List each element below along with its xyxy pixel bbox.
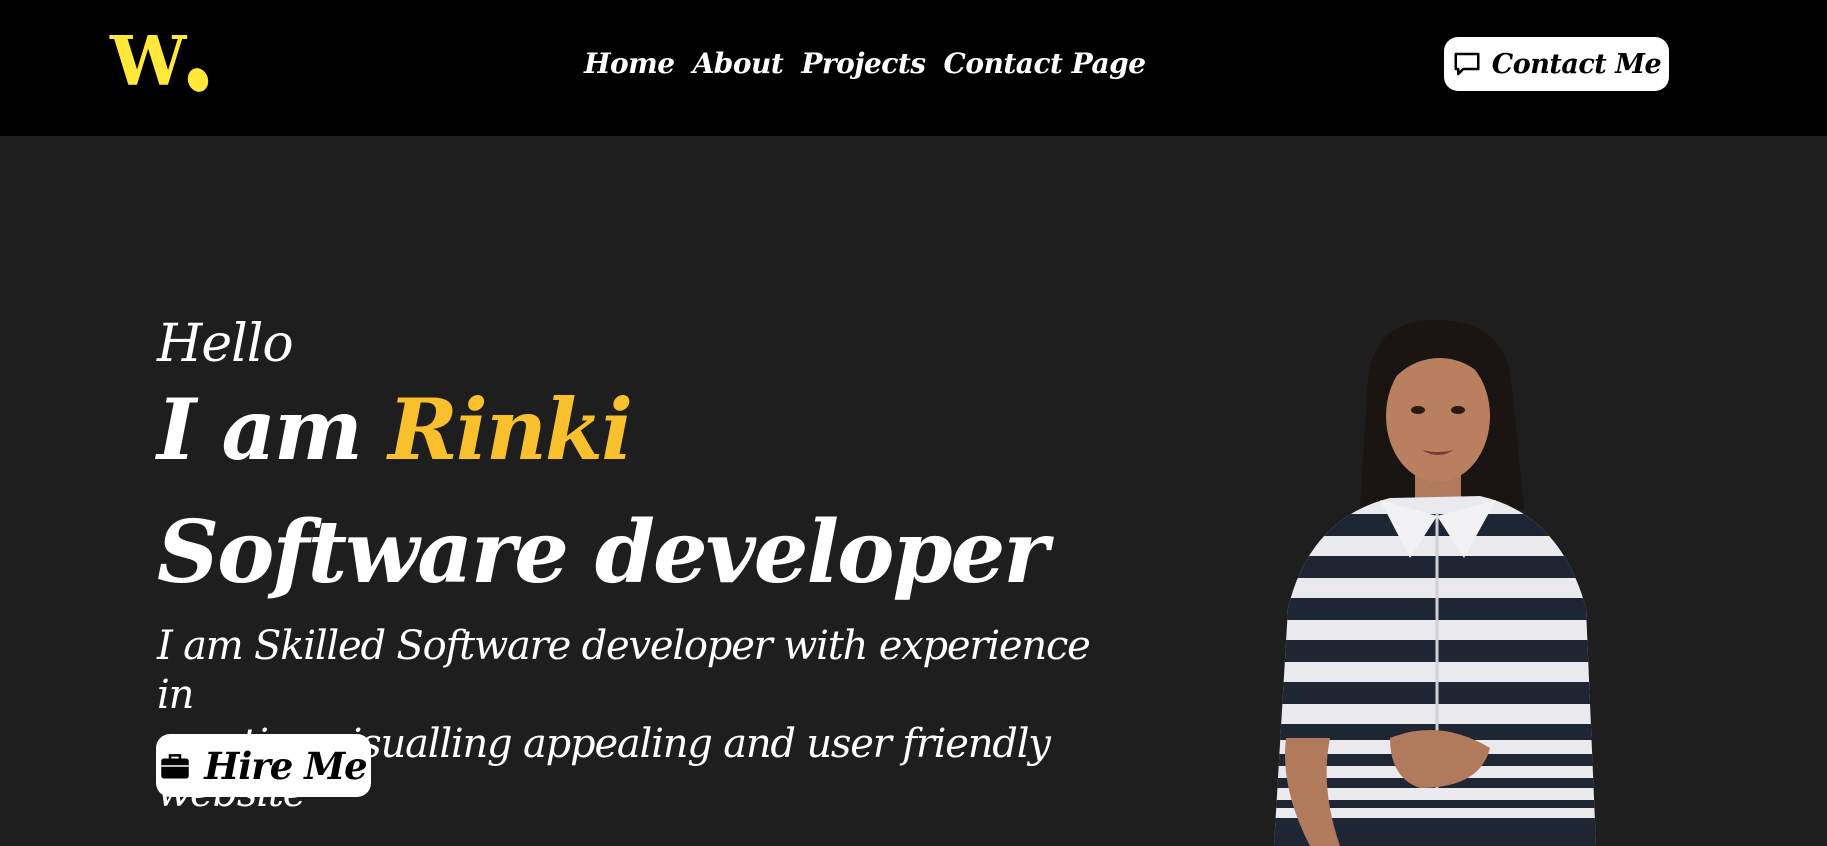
hire-me-button[interactable]: Hire Me [156,734,371,797]
top-navbar: W Home About Projects Contact Page Conta… [0,0,1827,136]
hero-intro: I am Rinki [157,388,633,472]
nav-link-about[interactable]: About [693,40,784,88]
hero-name: Rinki [388,380,633,479]
chat-bubble-icon [1454,52,1480,76]
hire-me-label: Hire Me [204,743,367,788]
contact-me-label: Contact Me [1491,48,1662,80]
hero-description-line-1: I am Skilled Software developer with exp… [157,623,1091,718]
briefcase-icon [161,753,190,778]
logo-dot [185,65,212,95]
contact-me-button[interactable]: Contact Me [1444,37,1669,91]
nav-link-contact-page[interactable]: Contact Page [944,40,1146,88]
logo-letter: W [110,22,186,102]
hero-intro-prefix: I am [157,380,363,479]
hero-role: Software developer [157,502,1049,603]
main-nav: Home About Projects Contact Page [584,40,1146,88]
nav-link-projects[interactable]: Projects [801,40,926,88]
profile-photo [1274,319,1596,846]
hero-greeting: Hello [157,314,294,374]
nav-link-home[interactable]: Home [584,40,675,88]
site-logo[interactable]: W [110,22,212,102]
